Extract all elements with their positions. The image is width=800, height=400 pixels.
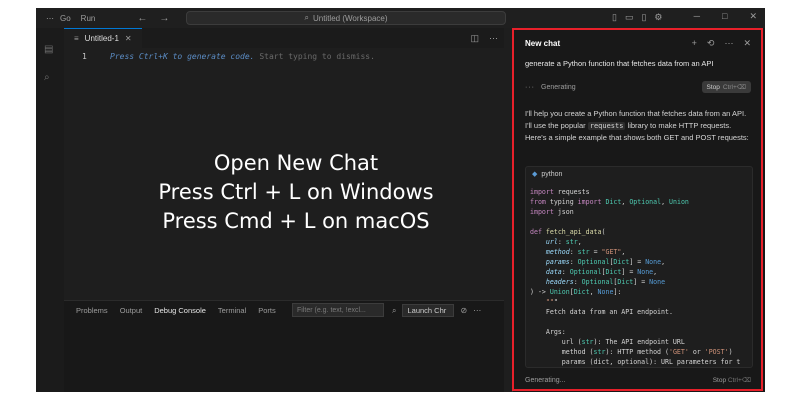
toggle-sidebar-icon[interactable]: ▯ [612, 12, 617, 23]
hint-text: Start typing to dismiss. [254, 52, 375, 61]
code-line: url (str): The API endpoint URL [530, 338, 685, 346]
code-line: Fetch data from an API endpoint. [530, 308, 673, 316]
code-line: import requests [530, 188, 590, 196]
code-line: data (dict, optional): Data to be sent i… [530, 367, 740, 368]
menu-go[interactable]: Go [60, 14, 71, 23]
close-tab-icon[interactable]: ✕ [125, 34, 132, 43]
minimize-icon[interactable]: ─ [694, 11, 700, 22]
launch-config-select[interactable]: Launch Chr [402, 304, 455, 317]
filter-input[interactable]: Filter (e.g. text, !excl... [292, 303, 384, 317]
search-view-icon[interactable]: ⌕ [44, 72, 50, 83]
ide-window: ⋯ Go Run ← → ⌕ Untitled (Workspace) ▯ ▭ … [36, 8, 765, 392]
code-line: data: Optional[Dict] = None, [545, 268, 658, 276]
code-line: Args: [530, 328, 566, 336]
code-line: ) -> Union[Dict, None]: [530, 288, 622, 296]
stop-shortcut: Ctrl+⌫ [722, 84, 746, 91]
hint-shortcut: Press Ctrl+K to generate code. [110, 52, 255, 61]
code-line: url: str, [545, 238, 582, 246]
code-block: ◆ python import requests from typing impo… [525, 166, 753, 368]
code-line: from typing import Dict, Optional, Union [530, 198, 689, 206]
generating-status: ··· Generating Stop Ctrl+⌫ [525, 80, 751, 94]
explorer-icon[interactable]: ▤ [44, 44, 53, 55]
menu-run[interactable]: Run [81, 14, 96, 23]
toggle-panel-icon[interactable]: ▭ [625, 12, 634, 23]
workspace-title: Untitled (Workspace) [312, 13, 388, 23]
editor-tab-strip: ≡ Untitled-1 ✕ ◫ ⋯ [64, 28, 504, 48]
panel-more-icon[interactable]: ⋯ [473, 306, 481, 315]
chat-panel: New chat + ⟲ ⋯ ✕ generate a Python funct… [512, 28, 765, 392]
chat-header: New chat + ⟲ ⋯ ✕ [525, 35, 751, 51]
maximize-icon[interactable]: □ [722, 11, 727, 22]
generate-code-hint: Press Ctrl+K to generate code. Start typ… [110, 52, 375, 61]
history-icon[interactable]: ⟲ [707, 38, 715, 49]
panel-tab-output[interactable]: Output [120, 306, 143, 315]
code-line: method: str = "GET", [545, 248, 626, 256]
footer-stop-button[interactable]: Stop Ctrl+⌫ [713, 376, 751, 384]
code-language: ◆ python [532, 170, 563, 179]
panel-tab-problems[interactable]: Problems [76, 306, 108, 315]
settings-gear-icon[interactable]: ⚙ [654, 12, 662, 23]
file-icon: ≡ [74, 34, 79, 43]
new-chat-plus-icon[interactable]: + [692, 38, 697, 49]
code-content: import requests from typing import Dict, … [530, 187, 741, 368]
code-line: def fetch_api_data( [530, 228, 606, 236]
footer-status: Generating... [525, 376, 566, 384]
assistant-response: I'll help you create a Python function t… [525, 108, 753, 144]
code-line: import json [530, 208, 574, 216]
chat-footer: Generating... Stop Ctrl+⌫ [525, 374, 751, 386]
inline-code: requests [587, 121, 626, 130]
chat-more-icon[interactable]: ⋯ [724, 38, 733, 49]
toggle-secondary-sidebar-icon[interactable]: ▯ [641, 12, 646, 23]
panel-tab-terminal[interactable]: Terminal [218, 306, 246, 315]
language-label: python [541, 170, 563, 178]
forward-arrow-icon[interactable]: → [159, 13, 169, 24]
panel-tab-ports[interactable]: Ports [258, 306, 276, 315]
code-line: """ [545, 298, 558, 306]
split-editor-icon[interactable]: ◫ [470, 33, 479, 44]
footer-stop-shortcut: Ctrl+⌫ [727, 377, 751, 384]
tab-untitled-1[interactable]: ≡ Untitled-1 ✕ [64, 28, 142, 48]
stop-label: Stop [706, 84, 720, 91]
bottom-panel: Problems Output Debug Console Terminal Ports… [64, 300, 504, 392]
funnel-icon[interactable]: ⌕ [392, 306, 396, 316]
search-icon: ⌕ [304, 13, 309, 22]
clear-console-icon[interactable]: ⊘ [460, 306, 467, 315]
code-line: params (dict, optional): URL parameters … [530, 358, 741, 366]
command-center-search[interactable]: ⌕ Untitled (Workspace) [186, 11, 506, 25]
user-prompt: generate a Python function that fetches … [525, 59, 714, 68]
activity-bar: ▤ ⌕ [36, 28, 64, 392]
footer-stop-label: Stop [712, 377, 727, 384]
spinner-icon: ··· [525, 83, 535, 91]
title-bar: ⋯ Go Run ← → ⌕ Untitled (Workspace) ▯ ▭ … [36, 8, 765, 28]
back-arrow-icon[interactable]: ← [137, 13, 147, 24]
code-line: headers: Optional[Dict] = None [545, 278, 666, 286]
line-number: 1 [82, 52, 87, 61]
code-line: params: Optional[Dict] = None, [545, 258, 666, 266]
more-actions-icon[interactable]: ⋯ [489, 33, 498, 44]
chat-title: New chat [525, 38, 561, 48]
filter-placeholder: Filter (e.g. text, !excl... [297, 306, 366, 314]
panel-tabs: Problems Output Debug Console Terminal Ports [76, 306, 276, 315]
menu-icon[interactable]: ⋯ [46, 14, 54, 23]
close-icon[interactable]: ✕ [749, 11, 757, 22]
stop-button[interactable]: Stop Ctrl+⌫ [701, 81, 751, 93]
panel-tab-debug-console[interactable]: Debug Console [154, 306, 206, 315]
code-line: method (str): HTTP method ('GET' or 'POS… [530, 348, 733, 356]
tab-label: Untitled-1 [84, 34, 119, 43]
editor-area[interactable]: 1 Press Ctrl+K to generate code. Start t… [64, 48, 504, 300]
chat-close-icon[interactable]: ✕ [743, 38, 751, 49]
python-icon: ◆ [532, 171, 538, 178]
generating-label: Generating [541, 83, 576, 91]
